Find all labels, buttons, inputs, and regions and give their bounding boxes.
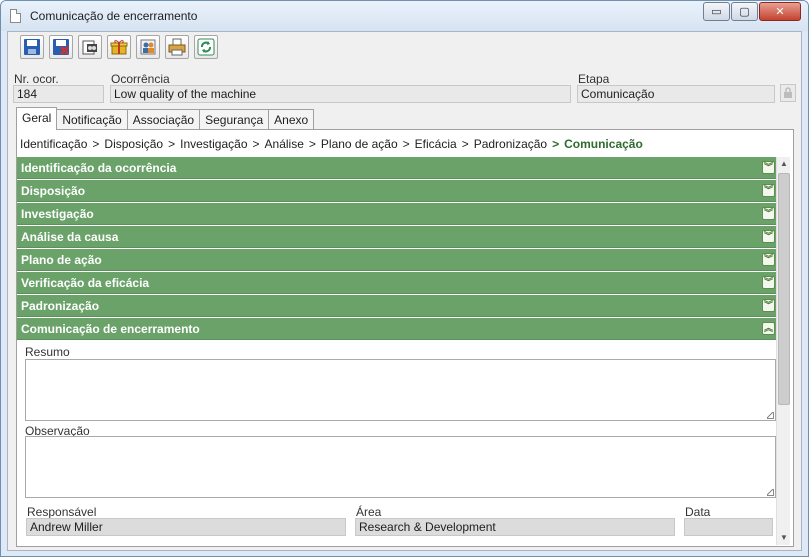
section-analise[interactable]: Análise da causa ︾ <box>17 226 779 248</box>
collapse-icon[interactable]: ︽ <box>762 322 775 335</box>
expand-icon[interactable]: ︾ <box>762 276 775 289</box>
breadcrumb-separator: > <box>552 137 560 151</box>
scroll-up-arrow-icon[interactable]: ▲ <box>777 157 791 171</box>
breadcrumb-step[interactable]: Eficácia <box>415 137 457 151</box>
breadcrumb-separator: > <box>308 137 316 151</box>
save-icon <box>24 39 40 55</box>
close-button[interactable]: ✕ <box>759 2 801 21</box>
section-title: Identificação da ocorrência <box>21 161 177 175</box>
data-field[interactable] <box>684 518 773 536</box>
view-icon <box>82 40 97 55</box>
etapa-label: Etapa <box>578 72 610 86</box>
refresh-icon <box>197 38 215 56</box>
section-identificacao[interactable]: Identificação da ocorrência ︾ <box>17 157 779 179</box>
section-comunicacao[interactable]: Comunicação de encerramento ︽ <box>17 318 779 340</box>
section-investigacao[interactable]: Investigação ︾ <box>17 203 779 225</box>
save-button[interactable] <box>20 35 44 59</box>
expand-icon[interactable]: ︾ <box>762 299 775 312</box>
tab-associacao[interactable]: Associação <box>126 109 201 130</box>
window-controls: ▭ ▢ ✕ <box>702 2 801 21</box>
save-close-icon <box>53 39 69 55</box>
form-client-area: Nr. ocor. 184 Ocorrência Low quality of … <box>7 31 802 551</box>
app-window: Comunicação de encerramento ▭ ▢ ✕ Nr. oc… <box>0 0 809 557</box>
refresh-button[interactable] <box>194 35 218 59</box>
breadcrumb-separator: > <box>461 137 469 151</box>
scroll-down-arrow-icon[interactable]: ▼ <box>777 531 791 545</box>
section-plano[interactable]: Plano de ação ︾ <box>17 249 779 271</box>
gift-icon <box>110 40 128 55</box>
ocorrencia-field[interactable]: Low quality of the machine <box>110 85 571 103</box>
breadcrumb-step[interactable]: Disposição <box>104 137 163 151</box>
nr-field[interactable]: 184 <box>13 85 104 103</box>
etapa-field[interactable]: Comunicação <box>577 85 775 103</box>
responsavel-field[interactable]: Andrew Miller <box>26 518 346 536</box>
lock-icon <box>784 87 792 98</box>
breadcrumb-separator: > <box>92 137 100 151</box>
observacao-textarea[interactable] <box>25 436 776 498</box>
vertical-scrollbar[interactable]: ▲ ▼ <box>776 157 790 545</box>
section-title: Disposição <box>21 184 86 198</box>
minimize-button[interactable]: ▭ <box>703 2 730 21</box>
people-icon <box>140 39 156 55</box>
window-title: Comunicação de encerramento <box>30 9 198 23</box>
document-icon <box>10 9 21 23</box>
section-verificacao[interactable]: Verificação da eficácia ︾ <box>17 272 779 294</box>
resumo-label: Resumo <box>25 345 70 359</box>
breadcrumb-separator: > <box>402 137 410 151</box>
toolbar <box>20 35 223 59</box>
nr-label: Nr. ocor. <box>14 72 59 86</box>
breadcrumb-current-step: Comunicação <box>564 137 643 151</box>
breadcrumb-step[interactable]: Investigação <box>180 137 247 151</box>
expand-icon[interactable]: ︾ <box>762 253 775 266</box>
comunicacao-section-body: Resumo Observação Responsável Andrew Mil… <box>17 341 779 536</box>
section-title: Padronização <box>21 299 100 313</box>
section-list: Identificação da ocorrência ︾ Disposição… <box>17 157 779 536</box>
title-bar: Comunicação de encerramento ▭ ▢ ✕ <box>1 1 808 31</box>
save-and-close-button[interactable] <box>49 35 73 59</box>
gift-button[interactable] <box>107 35 131 59</box>
workflow-breadcrumb: Identificação > Disposição > Investigação > An… <box>20 137 643 151</box>
ocorrencia-label: Ocorrência <box>111 72 170 86</box>
view-button[interactable] <box>78 35 102 59</box>
scroll-thumb[interactable] <box>778 173 790 405</box>
expand-icon[interactable]: ︾ <box>762 184 775 197</box>
etapa-lookup-button[interactable] <box>780 84 796 102</box>
section-title: Análise da causa <box>21 230 119 244</box>
tab-geral[interactable]: Geral <box>16 107 58 130</box>
section-disposicao[interactable]: Disposição ︾ <box>17 180 779 202</box>
breadcrumb-step[interactable]: Plano de ação <box>321 137 398 151</box>
breadcrumb-separator: > <box>168 137 176 151</box>
tab-strip: Geral Notificação Associação Segurança A… <box>16 107 315 130</box>
section-title: Plano de ação <box>21 253 102 267</box>
expand-icon[interactable]: ︾ <box>762 230 775 243</box>
area-label: Área <box>356 505 382 519</box>
expand-icon[interactable]: ︾ <box>762 207 775 220</box>
breadcrumb-step[interactable]: Padronização <box>474 137 547 151</box>
section-padronizacao[interactable]: Padronização ︾ <box>17 295 779 317</box>
maximize-button[interactable]: ▢ <box>731 2 758 21</box>
section-title: Investigação <box>21 207 94 221</box>
participants-button[interactable] <box>136 35 160 59</box>
tab-seguranca[interactable]: Segurança <box>199 109 270 130</box>
breadcrumb-separator: > <box>252 137 260 151</box>
print-icon <box>168 38 186 56</box>
responsavel-label: Responsável <box>27 505 97 519</box>
section-title: Verificação da eficácia <box>21 276 150 290</box>
section-title: Comunicação de encerramento <box>21 322 200 336</box>
geral-tab-panel: Identificação > Disposição > Investigação > An… <box>16 129 794 547</box>
area-field[interactable]: Research & Development <box>355 518 675 536</box>
resumo-textarea[interactable] <box>25 359 776 421</box>
tab-notificacao[interactable]: Notificação <box>56 109 128 130</box>
data-label: Data <box>685 505 711 519</box>
breadcrumb-step[interactable]: Análise <box>265 137 304 151</box>
breadcrumb-step[interactable]: Identificação <box>20 137 87 151</box>
print-button[interactable] <box>165 35 189 59</box>
expand-icon[interactable]: ︾ <box>762 161 775 174</box>
tab-anexo[interactable]: Anexo <box>268 109 315 130</box>
